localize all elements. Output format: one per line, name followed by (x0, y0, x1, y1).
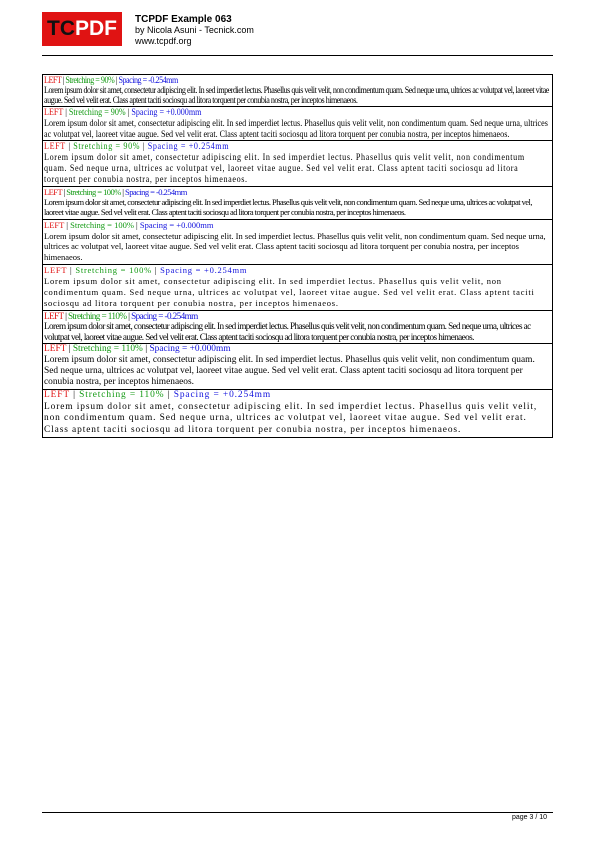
block-heading: LEFT | Stretching = 100% | Spacing = -0.… (44, 186, 187, 197)
block-body: Lorem ipsum dolor sit amet, consectetur … (44, 117, 548, 139)
text-block-110-neg: LEFT | Stretching = 110% | Spacing = -0.… (42, 310, 553, 345)
block-body: Lorem ipsum dolor sit amet, consectetur … (44, 355, 535, 388)
document-title: TCPDF Example 063 (135, 14, 232, 25)
tcpdf-logo: TC PDF (42, 12, 122, 46)
document-url: www.tcpdf.org (135, 36, 192, 46)
block-heading: LEFT | Stretching = 100% | Spacing = +0.… (44, 219, 214, 230)
text-block-90-pos: LEFT | Stretching = 90% | Spacing = +0.2… (42, 141, 553, 187)
block-body: Lorem ipsum dolor sit amet, consectetur … (44, 230, 546, 263)
block-heading: LEFT | Stretching = 90% | Spacing = -0.2… (44, 75, 178, 85)
page-number: page 3 / 10 (511, 814, 547, 821)
header-text: TCPDF Example 063 by Nicola Asuni - Tecn… (135, 14, 254, 47)
footer-divider (42, 812, 553, 813)
block-heading: LEFT | Stretching = 90% | Spacing = +0.2… (44, 141, 230, 152)
text-block-100-zero: LEFT | Stretching = 100% | Spacing = +0.… (42, 219, 553, 265)
header-divider (42, 55, 553, 56)
text-block-90-zero: LEFT | Stretching = 90% | Spacing = +0.0… (42, 107, 553, 142)
text-blocks: LEFT | Stretching = 90% | Spacing = -0.2… (42, 74, 553, 439)
block-heading: LEFT | Stretching = 110% | Spacing = +0.… (44, 344, 231, 355)
text-block-90-neg: LEFT | Stretching = 90% | Spacing = -0.2… (42, 74, 553, 107)
document-author: by Nicola Asuni - Tecnick.com (135, 25, 254, 35)
page-header: TC PDF TCPDF Example 063 by Nicola Asuni … (42, 12, 552, 54)
block-body: Lorem ipsum dolor sit amet, consectetur … (44, 321, 531, 342)
block-body: Lorem ipsum dolor sit amet, consectetur … (44, 275, 535, 308)
block-heading: LEFT | Stretching = 110% | Spacing = +0.… (44, 390, 272, 401)
block-heading: LEFT | Stretching = 90% | Spacing = +0.0… (44, 107, 202, 117)
block-body: Lorem ipsum dolor sit amet, consectetur … (44, 152, 525, 184)
text-block-110-pos: LEFT | Stretching = 110% | Spacing = +0.… (42, 390, 553, 439)
block-heading: LEFT | Stretching = 110% | Spacing = -0.… (44, 310, 198, 321)
logo-text-tc: TC (47, 17, 75, 40)
block-body: Lorem ipsum dolor sit amet, consectetur … (44, 401, 538, 435)
block-body: Lorem ipsum dolor sit amet, consectetur … (44, 196, 532, 218)
block-heading: LEFT | Stretching = 100% | Spacing = +0.… (44, 264, 248, 275)
block-body: Lorem ipsum dolor sit amet, consectetur … (44, 85, 549, 105)
logo-text-pdf: PDF (75, 17, 117, 40)
text-block-100-neg: LEFT | Stretching = 100% | Spacing = -0.… (42, 186, 553, 220)
text-block-110-zero: LEFT | Stretching = 110% | Spacing = +0.… (42, 344, 553, 391)
text-block-100-pos: LEFT | Stretching = 100% | Spacing = +0.… (42, 264, 553, 311)
